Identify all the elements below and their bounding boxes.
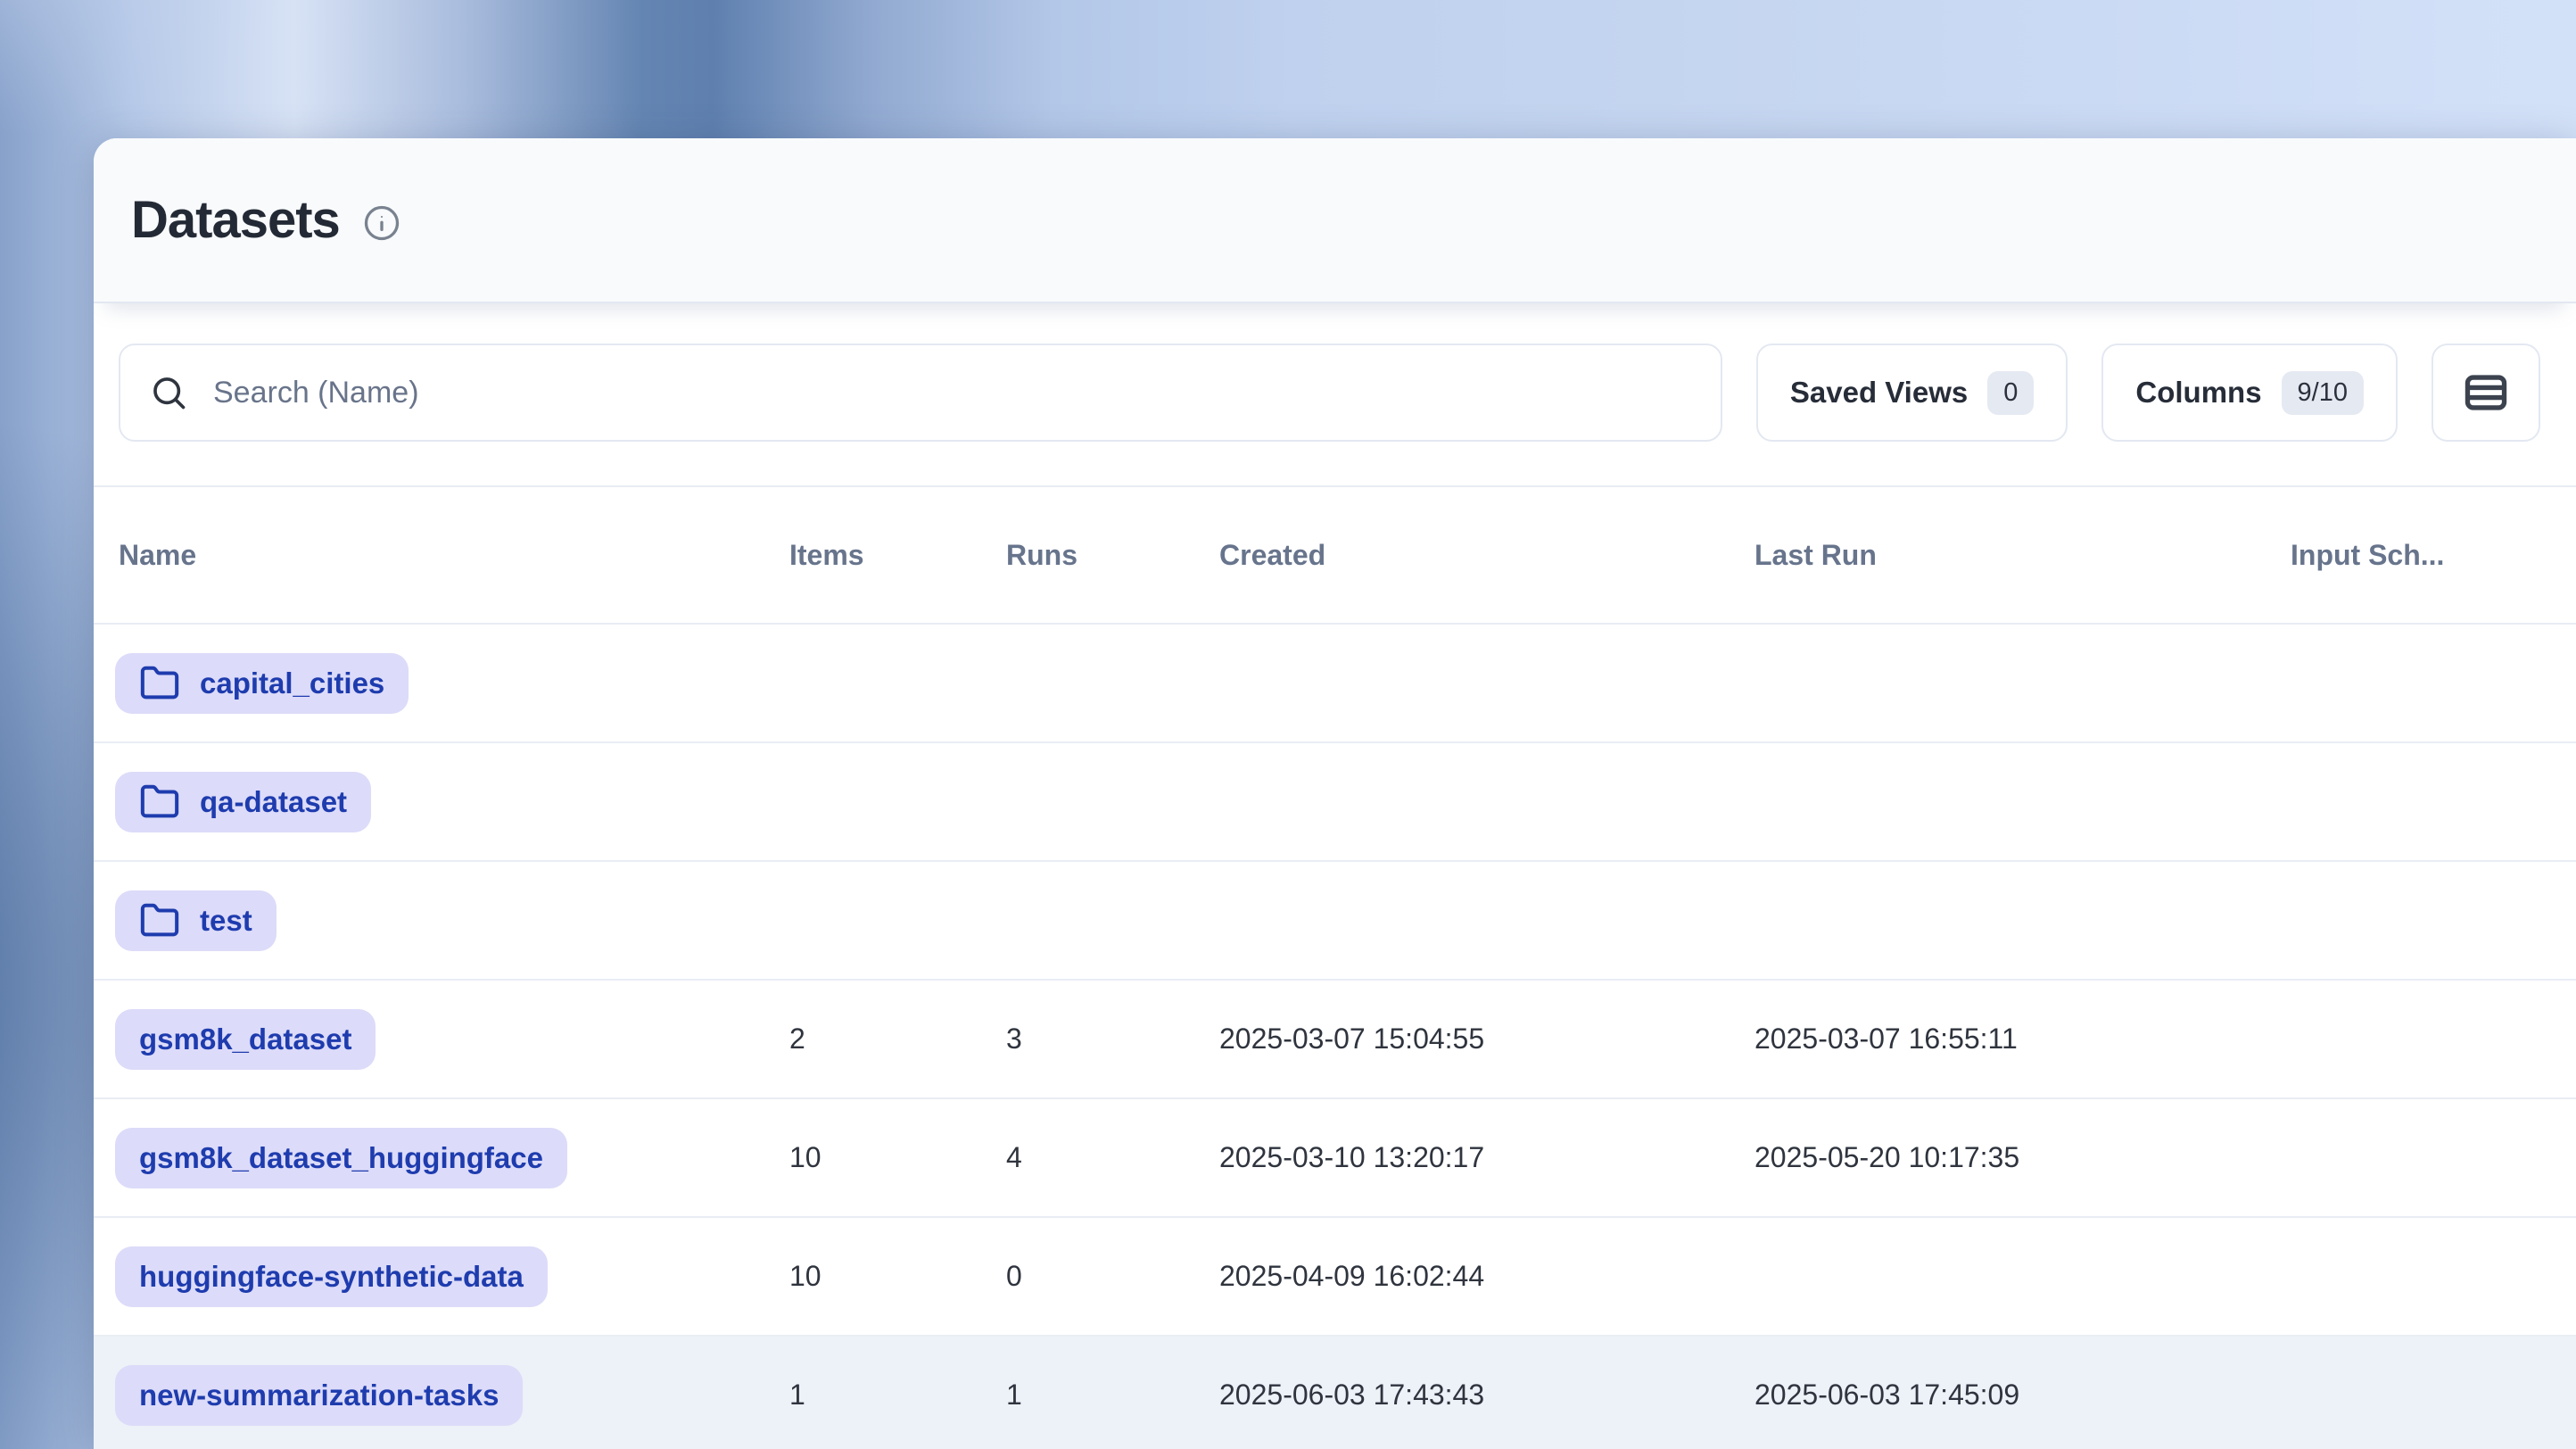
table-header-row: NameItemsRunsCreatedLast RunInput Sch... [94, 485, 2576, 625]
dataset-name: qa-dataset [200, 785, 347, 819]
folder-icon [139, 663, 180, 704]
search-box[interactable] [119, 344, 1722, 442]
last-run-cell: 2025-03-07 16:55:11 [1754, 1023, 2291, 1056]
toolbar: Saved Views 0 Columns 9/10 [119, 344, 2540, 442]
runs-cell: 3 [1006, 1023, 1219, 1056]
saved-views-button[interactable]: Saved Views 0 [1756, 344, 2068, 442]
last-run-cell: 2025-06-03 17:45:09 [1754, 1379, 2291, 1412]
page-title: Datasets [131, 190, 340, 250]
runs-cell: 4 [1006, 1141, 1219, 1174]
card-header: Datasets [94, 138, 2576, 303]
dataset-name: gsm8k_dataset_huggingface [139, 1141, 543, 1175]
folder-badge[interactable]: qa-dataset [115, 772, 371, 832]
saved-views-count-badge: 0 [1987, 371, 2034, 415]
created-cell: 2025-04-09 16:02:44 [1219, 1260, 1754, 1293]
folder-badge[interactable]: capital_cities [115, 653, 409, 714]
column-header-runs: Runs [1006, 539, 1219, 572]
runs-cell: 1 [1006, 1379, 1219, 1412]
row-height-button[interactable] [2432, 344, 2540, 442]
name-cell: huggingface-synthetic-data [115, 1246, 789, 1307]
dataset-badge[interactable]: huggingface-synthetic-data [115, 1246, 548, 1307]
table-row[interactable]: huggingface-synthetic-data 1002025-04-09 … [94, 1218, 2576, 1337]
folder-icon [139, 900, 180, 941]
column-header-items: Items [789, 539, 1006, 572]
name-cell: qa-dataset [115, 772, 789, 832]
table-row[interactable]: capital_cities [94, 625, 2576, 743]
search-input[interactable] [213, 376, 1692, 410]
column-header-created: Created [1219, 539, 1754, 572]
table-body: capital_cities qa-dataset test gsm8k_data… [94, 625, 2576, 1449]
table-row[interactable]: qa-dataset [94, 743, 2576, 862]
row-height-icon [2460, 367, 2512, 418]
columns-count-badge: 9/10 [2282, 371, 2364, 415]
name-cell: capital_cities [115, 653, 789, 714]
table-header-grid: NameItemsRunsCreatedLast RunInput Sch... [94, 487, 2576, 623]
runs-cell: 0 [1006, 1260, 1219, 1293]
dataset-name: capital_cities [200, 667, 384, 700]
dataset-badge[interactable]: new-summarization-tasks [115, 1365, 523, 1426]
name-cell: test [115, 890, 789, 951]
saved-views-label: Saved Views [1790, 376, 1968, 410]
table-row[interactable]: gsm8k_dataset_huggingface 1042025-03-10 1… [94, 1099, 2576, 1218]
table-row[interactable]: gsm8k_dataset 232025-03-07 15:04:552025-0… [94, 981, 2576, 1099]
column-header-last-run: Last Run [1754, 539, 2291, 572]
table-row[interactable]: new-summarization-tasks112025-06-03 17:4… [94, 1337, 2576, 1449]
items-cell: 2 [789, 1023, 1006, 1056]
columns-button[interactable]: Columns 9/10 [2101, 344, 2398, 442]
dataset-name: huggingface-synthetic-data [139, 1260, 524, 1294]
table-row[interactable]: test [94, 862, 2576, 981]
dataset-name: gsm8k_dataset [139, 1023, 351, 1056]
name-cell: new-summarization-tasks [115, 1365, 789, 1426]
created-cell: 2025-03-10 13:20:17 [1219, 1141, 1754, 1174]
dataset-badge[interactable]: gsm8k_dataset_huggingface [115, 1128, 567, 1188]
items-cell: 1 [789, 1379, 1006, 1412]
dataset-name: test [200, 904, 252, 938]
datasets-table: NameItemsRunsCreatedLast RunInput Sch...… [94, 485, 2576, 1449]
column-header-name: Name [119, 539, 789, 572]
created-cell: 2025-06-03 17:43:43 [1219, 1379, 1754, 1412]
dataset-badge[interactable]: gsm8k_dataset [115, 1009, 376, 1070]
info-icon[interactable] [363, 204, 400, 242]
search-icon [149, 373, 188, 412]
items-cell: 10 [789, 1260, 1006, 1293]
column-header-input-sch: Input Sch... [2291, 539, 2540, 572]
created-cell: 2025-03-07 15:04:55 [1219, 1023, 1754, 1056]
dataset-name: new-summarization-tasks [139, 1379, 499, 1412]
columns-label: Columns [2135, 376, 2261, 410]
last-run-cell: 2025-05-20 10:17:35 [1754, 1141, 2291, 1174]
folder-icon [139, 782, 180, 823]
folder-badge[interactable]: test [115, 890, 277, 951]
items-cell: 10 [789, 1141, 1006, 1174]
datasets-card: Datasets Saved Views 0 Columns 9/10 [94, 138, 2576, 1449]
name-cell: gsm8k_dataset_huggingface [115, 1128, 789, 1188]
name-cell: gsm8k_dataset [115, 1009, 789, 1070]
